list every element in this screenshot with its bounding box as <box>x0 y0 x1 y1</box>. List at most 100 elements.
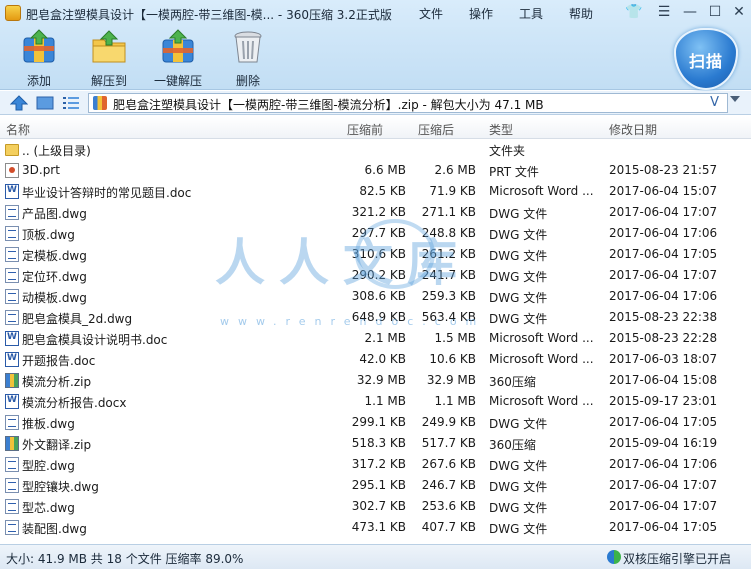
file-packed-size: 10.6 KB <box>429 352 476 366</box>
address-bar: 肥皂盒注塑模具设计【一模两腔-带三维图-模流分析】.zip - 解包大小为 47… <box>0 91 751 115</box>
file-packed-size: 2.6 MB <box>434 163 476 177</box>
extract-to-label: 解压到 <box>90 74 127 88</box>
file-name: 型腔镶块.dwg <box>22 480 99 494</box>
close-icon[interactable]: ✕ <box>726 2 751 22</box>
file-date: 2015-08-23 21:57 <box>609 163 718 177</box>
file-name: 毕业设计答辩时的常见题目.doc <box>22 186 192 200</box>
file-row[interactable]: 模流分析.zip 32.9 MB 32.9 MB 360压缩 2017-06-04 15… <box>0 370 751 391</box>
file-date: 2015-09-17 23:01 <box>609 394 718 408</box>
file-row[interactable]: 顶板.dwg 297.7 KB 248.8 KB DWG 文件 2017-06-04 1… <box>0 223 751 244</box>
column-packed[interactable]: 压缩后 <box>418 121 454 138</box>
file-row[interactable]: 3D.prt 6.6 MB 2.6 MB PRT 文件 2015-08-23 21:57 <box>0 160 751 181</box>
file-date: 2017-06-04 17:06 <box>609 457 718 471</box>
file-size: 295.1 KB <box>351 478 406 492</box>
zip-archive-icon <box>5 436 19 451</box>
file-type: Microsoft Word ... <box>489 394 594 408</box>
file-size: 1.1 MB <box>364 394 406 408</box>
dwg-file-icon <box>5 520 19 535</box>
file-type: 360压缩 <box>489 438 536 452</box>
file-name: 装配图.dwg <box>22 522 87 536</box>
menu-tools[interactable]: 工具 <box>519 5 543 22</box>
file-row[interactable]: 型芯.dwg 302.7 KB 253.6 KB DWG 文件 2017-06-04 1… <box>0 496 751 517</box>
file-packed-size: 241.7 KB <box>421 268 476 282</box>
file-row[interactable]: 定位环.dwg 290.2 KB 241.7 KB DWG 文件 2017-06-04 … <box>0 265 751 286</box>
one-click-extract-button[interactable]: 一键解压 <box>148 28 208 89</box>
file-size: 518.3 KB <box>351 436 406 450</box>
dual-core-engine-icon <box>607 550 621 564</box>
file-row[interactable]: 定模板.dwg 310.6 KB 261.2 KB DWG 文件 2017-06-04 … <box>0 244 751 265</box>
file-size: 297.7 KB <box>351 226 406 240</box>
file-row[interactable]: 型腔.dwg 317.2 KB 267.6 KB DWG 文件 2017-06-04 1… <box>0 454 751 475</box>
column-date[interactable]: 修改日期 <box>609 121 657 138</box>
file-date: 2015-08-23 22:38 <box>609 310 718 324</box>
file-date: 2017-06-04 17:07 <box>609 499 718 513</box>
maximize-icon[interactable]: ☐ <box>702 2 728 22</box>
file-date: 2017-06-04 15:07 <box>609 184 718 198</box>
file-row[interactable]: 肥皂盒模具设计说明书.doc 2.1 MB 1.5 MB Microsoft Word… <box>0 328 751 349</box>
file-type: DWG 文件 <box>489 270 548 284</box>
one-click-extract-icon <box>159 28 197 66</box>
file-row[interactable]: 开题报告.doc 42.0 KB 10.6 KB Microsoft Word ...… <box>0 349 751 370</box>
menu-file[interactable]: 文件 <box>419 5 443 22</box>
column-type[interactable]: 类型 <box>489 121 513 138</box>
file-date: 2015-08-23 22:28 <box>609 331 718 345</box>
file-size: 310.6 KB <box>351 247 406 261</box>
file-row[interactable]: 产品图.dwg 321.2 KB 271.1 KB DWG 文件 2017-06-04 … <box>0 202 751 223</box>
file-row[interactable]: 推板.dwg 299.1 KB 249.9 KB DWG 文件 2017-06-04 1… <box>0 412 751 433</box>
file-size: 299.1 KB <box>351 415 406 429</box>
file-row[interactable]: 毕业设计答辩时的常见题目.doc 82.5 KB 71.9 KB Microsoft … <box>0 181 751 202</box>
add-button[interactable]: 添加 <box>9 28 69 89</box>
path-v-icon[interactable]: V <box>710 95 719 110</box>
app-icon <box>5 5 21 21</box>
column-size[interactable]: 压缩前 <box>347 121 383 138</box>
menu-help[interactable]: 帮助 <box>569 5 593 22</box>
thumbnail-view-icon[interactable] <box>36 95 54 111</box>
archive-icon <box>93 96 107 110</box>
menu-operation[interactable]: 操作 <box>469 5 493 22</box>
file-packed-size: 249.9 KB <box>421 415 476 429</box>
file-type: DWG 文件 <box>489 291 548 305</box>
file-date: 2015-09-04 16:19 <box>609 436 718 450</box>
folder-icon <box>5 144 19 156</box>
file-date: 2017-06-04 17:05 <box>609 247 718 261</box>
dwg-file-icon <box>5 268 19 283</box>
extract-to-button[interactable]: 解压到 <box>79 28 139 89</box>
file-packed-size: 253.6 KB <box>421 499 476 513</box>
delete-button[interactable]: 删除 <box>218 28 278 89</box>
status-bar: 大小: 41.9 MB 共 18 个文件 压缩率 89.0% 双核压缩引擎已开启 <box>0 544 751 569</box>
column-name[interactable]: 名称 <box>6 121 30 138</box>
file-row[interactable]: 肥皂盒模具_2d.dwg 648.9 KB 563.4 KB DWG 文件 2015-0… <box>0 307 751 328</box>
file-row[interactable]: .. (上级目录) 文件夹 <box>0 139 751 160</box>
file-type: DWG 文件 <box>489 249 548 263</box>
file-packed-size: 259.3 KB <box>421 289 476 303</box>
dwg-file-icon <box>5 226 19 241</box>
scan-button[interactable]: 扫描 <box>674 28 738 90</box>
menu-icon[interactable]: ☰ <box>651 2 677 22</box>
file-list: .. (上级目录) 文件夹 3D.prt 6.6 MB 2.6 MB PRT 文件 2015… <box>0 139 751 544</box>
minimize-icon[interactable]: — <box>677 2 703 22</box>
path-field[interactable]: 肥皂盒注塑模具设计【一模两腔-带三维图-模流分析】.zip - 解包大小为 47… <box>88 93 728 113</box>
chevron-down-icon[interactable] <box>730 96 740 102</box>
file-type: Microsoft Word ... <box>489 331 594 345</box>
file-date: 2017-06-04 17:07 <box>609 478 718 492</box>
file-name: 定位环.dwg <box>22 270 87 284</box>
engine-status[interactable]: 双核压缩引擎已开启 <box>623 550 731 567</box>
file-row[interactable]: 外文翻译.zip 518.3 KB 517.7 KB 360压缩 2015-09-04 … <box>0 433 751 454</box>
file-row[interactable]: 型腔镶块.dwg 295.1 KB 246.7 KB DWG 文件 2017-06-04… <box>0 475 751 496</box>
list-view-icon[interactable] <box>62 95 80 111</box>
add-icon <box>20 28 58 66</box>
file-row[interactable]: 动模板.dwg 308.6 KB 259.3 KB DWG 文件 2017-06-04 … <box>0 286 751 307</box>
dwg-file-icon <box>5 247 19 262</box>
file-row[interactable]: 模流分析报告.docx 1.1 MB 1.1 MB Microsoft Word ..… <box>0 391 751 412</box>
path-text: 肥皂盒注塑模具设计【一模两腔-带三维图-模流分析】.zip - 解包大小为 47… <box>113 98 544 112</box>
file-type: DWG 文件 <box>489 312 548 326</box>
file-name: 模流分析.zip <box>22 375 92 389</box>
up-arrow-icon[interactable] <box>9 95 29 111</box>
dwg-file-icon <box>5 289 19 304</box>
file-size: 648.9 KB <box>351 310 406 324</box>
file-name: 肥皂盒模具_2d.dwg <box>22 312 133 326</box>
word-doc-icon <box>5 352 19 367</box>
file-row[interactable]: 装配图.dwg 473.1 KB 407.7 KB DWG 文件 2017-06-04 … <box>0 517 751 538</box>
file-packed-size: 246.7 KB <box>421 478 476 492</box>
skin-icon[interactable]: 👕 <box>621 2 647 22</box>
